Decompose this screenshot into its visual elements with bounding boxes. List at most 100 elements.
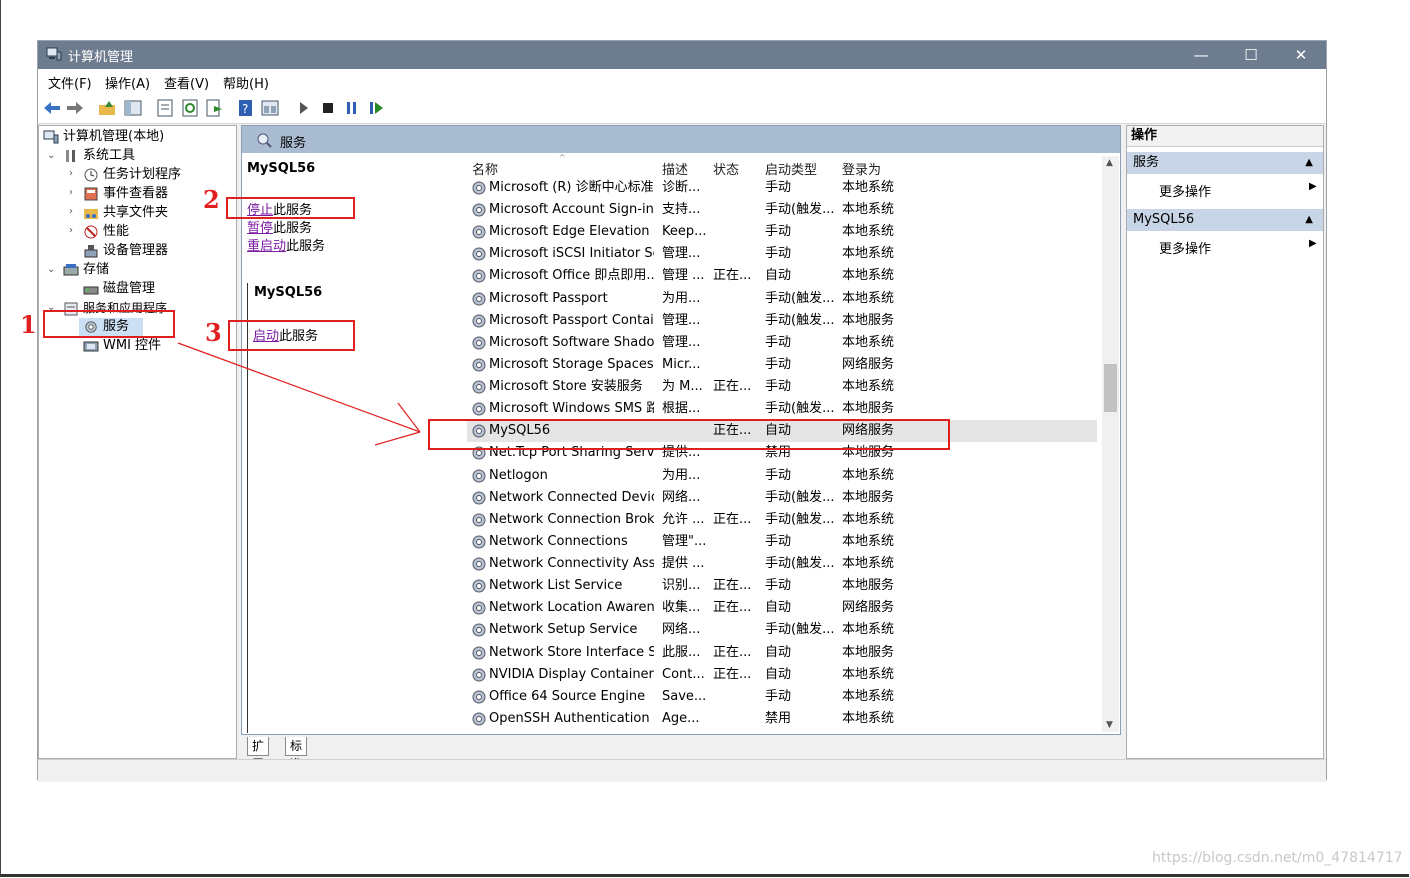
stop-service-icon[interactable] — [318, 98, 338, 118]
table-row[interactable]: Microsoft Passport 为用... 手动(触发... 本地系统 — [467, 288, 1097, 310]
collapse-up-icon[interactable]: ▲ — [1305, 152, 1313, 174]
column-header-name[interactable]: 名称 — [472, 159, 498, 178]
more-actions-mysql[interactable]: 更多操作 ▶ — [1159, 238, 1317, 257]
menu-view[interactable]: 查看(V) — [164, 73, 209, 92]
column-header-logon-as[interactable]: 登录为 — [842, 159, 881, 178]
table-row[interactable]: Network Location Awarene... 收集... 正在... 自动 网… — [467, 597, 1097, 619]
menu-action[interactable]: 操作(A) — [105, 73, 150, 92]
window-title: 计算机管理 — [68, 50, 134, 65]
table-row[interactable]: Network Connected Devic... 网络... 手动(触发... 本… — [467, 487, 1097, 509]
storage-icon — [63, 263, 79, 275]
chevron-right-icon[interactable]: › — [69, 168, 73, 179]
service-description: 诊断... — [662, 180, 701, 195]
tree-task-scheduler[interactable]: 任务计划程序 — [83, 166, 181, 184]
disk-icon — [83, 286, 99, 294]
pause-service-link[interactable]: 暂停 — [247, 221, 273, 236]
table-row[interactable]: Microsoft Passport Container 管理... 手动(触发..… — [467, 310, 1097, 332]
service-startup-type: 自动 — [765, 600, 792, 616]
more-actions-label: 更多操作 — [1159, 185, 1212, 200]
service-name: NVIDIA Display Container LS — [489, 666, 654, 682]
table-row[interactable]: Microsoft (R) 诊断中心标准... 诊断... 手动 本地系统 — [467, 177, 1097, 199]
computer-management-window: 计算机管理 — ☐ ✕ 文件(F) 操作(A) 查看(V) 帮助(H) ? 计算… — [37, 40, 1327, 782]
menu-file[interactable]: 文件(F) — [48, 73, 92, 92]
column-header-startup-type[interactable]: 启动类型 — [765, 159, 817, 178]
chevron-right-icon[interactable]: › — [69, 206, 73, 217]
scroll-down-icon[interactable]: ▼ — [1106, 720, 1113, 730]
table-row[interactable]: Microsoft Office 即点即用... 管理 ... 正在... 自动 本地系… — [467, 265, 1097, 287]
table-row[interactable]: Microsoft iSCSI Initiator Ser... 管理... 手动 本… — [467, 243, 1097, 265]
chevron-down-icon[interactable]: ⌄ — [47, 150, 55, 161]
actions-section-mysql[interactable]: MySQL56 ▲ — [1127, 209, 1323, 231]
service-name: Microsoft Passport Container — [489, 312, 654, 328]
table-row[interactable]: Network Connection Broker 允许 ... 正在... 手动(触… — [467, 509, 1097, 531]
tree-wmi[interactable]: WMI 控件 — [83, 337, 161, 355]
table-row[interactable]: Microsoft Account Sign-in ... 支持... 手动(触发.… — [467, 199, 1097, 221]
start-service-icon[interactable] — [294, 98, 314, 118]
tab-extended[interactable]: 扩展 — [247, 737, 270, 771]
tree-root[interactable]: 计算机管理(本地) — [43, 128, 164, 146]
chevron-right-icon[interactable]: › — [69, 225, 73, 236]
tree-storage[interactable]: 存储 — [63, 261, 109, 279]
tree-system-tools[interactable]: 系统工具 — [63, 147, 135, 165]
tree-event-viewer[interactable]: 事件查看器 — [83, 185, 168, 203]
scroll-up-icon[interactable]: ▲ — [1106, 158, 1113, 168]
table-row[interactable]: Office 64 Source Engine Save... 手动 本地系统 — [467, 686, 1097, 708]
vertical-scrollbar[interactable]: ▲ ▼ — [1102, 156, 1119, 732]
tree-performance[interactable]: 性能 — [83, 223, 129, 241]
restart-service-icon[interactable] — [366, 98, 386, 118]
column-header-description[interactable]: 描述 — [662, 159, 688, 178]
table-row[interactable]: Network Store Interface Se... 此服... 正在... 自… — [467, 642, 1097, 664]
annotation-box-stop — [226, 197, 355, 219]
minimize-button[interactable]: — — [1178, 43, 1224, 67]
table-row[interactable]: Network Setup Service 网络... 手动(触发... 本地系统 — [467, 619, 1097, 641]
forward-arrow-icon[interactable] — [65, 98, 85, 118]
properties-icon[interactable] — [155, 98, 175, 118]
menu-help[interactable]: 帮助(H) — [223, 73, 269, 92]
table-row[interactable]: Microsoft Edge Elevation S... Keep... 手动 本地… — [467, 221, 1097, 243]
table-row[interactable]: Microsoft Software Shado... 管理... 手动 本地系统 — [467, 332, 1097, 354]
collapse-up-icon[interactable]: ▲ — [1305, 209, 1313, 231]
table-row[interactable]: Microsoft Windows SMS 路... 根据... 手动(触发... 本… — [467, 398, 1097, 420]
restart-service-link[interactable]: 重启动 — [247, 239, 286, 254]
chevron-down-icon[interactable]: ⌄ — [47, 264, 55, 275]
gear-icon — [471, 313, 487, 329]
refresh-icon[interactable] — [180, 98, 200, 118]
table-row[interactable]: OpenSSH Authentication ... Age... 禁用 本地系统 — [467, 708, 1097, 730]
table-row[interactable]: Microsoft Storage Spaces S... Micr... 手动 网络… — [467, 354, 1097, 376]
actions-section-services[interactable]: 服务 ▲ — [1127, 152, 1323, 174]
more-actions-services[interactable]: 更多操作 ▶ — [1159, 181, 1317, 200]
table-row[interactable]: Network Connections 管理"... 手动 本地系统 — [467, 531, 1097, 553]
gear-icon — [471, 578, 487, 594]
gear-icon — [471, 224, 487, 240]
table-row[interactable]: Netlogon 为用... 手动 本地系统 — [467, 465, 1097, 487]
table-row[interactable]: NVIDIA Display Container LS Cont... 正在... 自… — [467, 664, 1097, 686]
pause-service-icon[interactable] — [342, 98, 362, 118]
back-arrow-icon[interactable] — [42, 98, 62, 118]
show-tree-icon[interactable] — [123, 98, 143, 118]
service-description: 管理 ... — [662, 268, 705, 284]
up-folder-icon[interactable] — [97, 98, 117, 118]
console-view-icon[interactable] — [260, 98, 280, 118]
tree-device-manager[interactable]: 设备管理器 — [83, 242, 168, 260]
help-icon[interactable]: ? — [236, 98, 256, 118]
tree-performance-label: 性能 — [103, 224, 130, 239]
maximize-button[interactable]: ☐ — [1228, 43, 1274, 67]
chevron-right-icon[interactable]: › — [69, 187, 73, 198]
tab-standard[interactable]: 标准 — [285, 737, 308, 771]
search-icon — [257, 133, 272, 148]
annotation-number-2: 2 — [203, 185, 220, 214]
service-description: 管理... — [662, 246, 701, 262]
column-header-status[interactable]: 状态 — [713, 159, 739, 178]
table-row[interactable]: Microsoft Store 安装服务 为 M... 正在... 手动 本地系统 — [467, 376, 1097, 398]
table-row[interactable]: Network Connectivity Assis... 提供 ... 手动(触发… — [467, 553, 1097, 575]
title-bar[interactable]: 计算机管理 — ☐ ✕ — [38, 41, 1326, 69]
table-row[interactable]: Network List Service 识别... 正在... 手动 本地服务 — [467, 575, 1097, 597]
close-button[interactable]: ✕ — [1278, 43, 1324, 67]
tree-shared-folders[interactable]: 共享文件夹 — [83, 204, 168, 222]
export-list-icon[interactable] — [204, 98, 224, 118]
tree-disk-management[interactable]: 磁盘管理 — [83, 280, 155, 298]
service-logon-as: 本地系统 — [842, 246, 895, 262]
menu-bar: 文件(F) 操作(A) 查看(V) 帮助(H) — [38, 69, 1326, 93]
scrollbar-thumb[interactable] — [1104, 364, 1117, 412]
gear-icon — [471, 512, 487, 528]
